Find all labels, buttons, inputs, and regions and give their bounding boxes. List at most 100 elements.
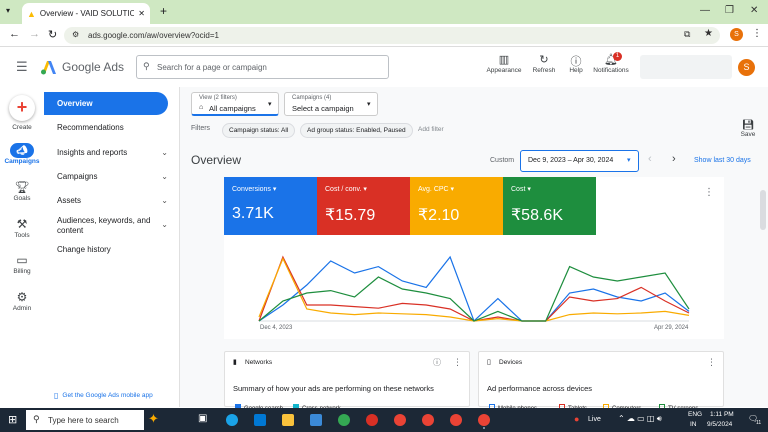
app-icon[interactable] [366,414,378,426]
reload-icon[interactable]: ↻ [48,28,57,41]
view-filter-dropdown[interactable]: View (2 filters) ⌂ All campaigns ▾ [191,92,279,116]
nav-item-campaigns[interactable]: Campaigns ⌄ [44,172,168,181]
rail-item-tools[interactable]: ⚒ Tools [0,217,44,239]
gear-icon: ⚙ [16,290,28,304]
close-window-icon[interactable]: ✕ [750,5,758,16]
create-button[interactable]: + Create [0,95,44,131]
language-primary[interactable]: ENG [688,411,702,418]
hamburger-menu-icon[interactable]: ☰ [16,59,28,75]
chevron-down-icon: ⌄ [161,196,168,205]
task-view-icon[interactable]: ▣ [198,413,207,424]
chrome-profile-icon[interactable] [422,414,434,426]
campaign-selector-dropdown[interactable]: Campaigns (4) Select a campaign ▾ [284,92,378,116]
search-icon: ⚲ [33,414,40,424]
search-input[interactable]: ⚲ Search for a page or campaign [136,55,389,79]
nav-assets-label: Assets [57,196,82,205]
metric-cost-per-conv-label: Cost / conv. [325,186,362,193]
date-range-value: Dec 9, 2023 – Apr 30, 2024 [528,157,614,164]
store-app-icon[interactable] [254,414,266,426]
nav-item-insights[interactable]: Insights and reports ⌄ [44,148,168,157]
clock-date[interactable]: 9/5/2024 [707,421,732,428]
performance-card: Conversions ▾ 3.71K Cost / conv. ▾ ₹15.7… [224,177,724,339]
taskbar-search-input[interactable]: ⚲ Type here to search [26,410,144,430]
url-input[interactable]: ⚙ ads.google.com/aw/overview?ocid=1 ⧉ ★ [64,27,720,44]
metric-avg-cpc[interactable]: Avg. CPC ▾ ₹2.10 [410,177,503,235]
new-tab-icon[interactable]: + [160,4,167,18]
card-more-options-icon[interactable]: ⋮ [704,187,714,198]
back-icon[interactable]: ← [9,28,20,40]
chrome-icon[interactable] [338,414,350,426]
minimize-icon[interactable]: — [700,5,710,16]
filter-chip-campaign-status[interactable]: Campaign status: All [222,123,296,138]
save-button[interactable]: 💾︎ Save [736,120,760,138]
rail-item-billing[interactable]: ▭ Billing [0,253,44,275]
language-secondary[interactable]: IN [690,421,697,428]
windows-start-icon[interactable]: ⊞ [8,413,17,426]
file-explorer-icon[interactable] [282,414,294,426]
next-period-icon[interactable]: › [672,153,676,165]
metric-avg-cpc-value: ₹2.10 [418,207,460,224]
chart-x-end-label: Apr 29, 2024 [654,325,689,331]
nav-item-assets[interactable]: Assets ⌄ [44,196,168,205]
bell-icon: 🔔︎ [604,54,618,66]
rail-campaigns-label: Campaigns [4,158,40,165]
account-avatar[interactable]: S [738,59,755,76]
billing-card-icon: ▭ [16,253,28,267]
edge-icon[interactable] [226,414,238,426]
nav-item-overview[interactable]: Overview [44,92,168,115]
help-icon[interactable]: ⓘ [433,357,441,368]
notifications-label: Notifications [593,67,629,74]
devices-more-icon[interactable]: ⋮ [707,357,716,368]
help-label: Help [569,67,583,74]
date-range-picker[interactable]: Dec 9, 2023 – Apr 30, 2024 ▾ [520,150,639,172]
close-tab-icon[interactable]: ✕ [138,9,145,18]
browser-menu-icon[interactable]: ⋮ [752,28,762,39]
metric-conversions[interactable]: Conversions ▾ 3.71K [224,177,317,235]
nav-item-change-history[interactable]: Change history [44,245,168,254]
rail-admin-label: Admin [12,305,32,312]
previous-period-icon[interactable]: ‹ [648,153,652,165]
metric-cost[interactable]: Cost ▾ ₹58.6K [503,177,596,235]
rail-item-goals[interactable]: 🏆︎ Goals [0,180,44,202]
chrome-active-icon[interactable] [478,414,490,426]
nav-item-recommendations[interactable]: Recommendations [44,123,168,132]
tab-search-icon[interactable]: ▾ [6,6,10,15]
filter-chip-ad-group-status[interactable]: Ad group status: Enabled, Paused [300,123,413,138]
nav-recommendations-label: Recommendations [57,123,124,132]
show-last-30-days-link[interactable]: Show last 30 days [694,157,751,164]
live-news-icon[interactable]: ● [574,414,579,424]
phone-icon: ▯ [54,391,59,400]
left-rail: + Create 📣︎ Campaigns 🏆︎ Goals ⚒ Tools ▭… [0,87,44,407]
nav-item-audiences[interactable]: Audiences, keywords, and content ⌄ [44,216,168,236]
add-filter-link[interactable]: Add filter [418,126,444,133]
notifications-button[interactable]: 🔔︎ Notifications 1 [588,52,634,74]
translate-icon[interactable]: ⧉ [684,29,690,40]
create-plus-icon: + [9,95,35,121]
page-scrollbar[interactable] [760,190,766,230]
rail-item-admin[interactable]: ⚙ Admin [0,290,44,312]
maximize-icon[interactable]: ❐ [725,5,734,16]
browser-tab[interactable]: ▲ Overview - VAID SOLUTIONS - ✕ [22,3,150,24]
live-label[interactable]: Live [588,416,601,423]
save-icon: 💾︎ [741,120,755,131]
app-header: ☰ Google Ads ⚲ Search for a page or camp… [0,47,768,87]
system-tray-icons[interactable]: ⌃ ☁ ▭ ◫ 🔊︎ [618,414,662,424]
search-highlight-icon[interactable]: ✦ [148,411,159,427]
networks-more-icon[interactable]: ⋮ [453,357,462,368]
metric-cost-label: Cost [511,186,526,193]
metric-cost-per-conv[interactable]: Cost / conv. ▾ ₹15.79 [317,177,410,235]
metric-cost-per-conv-value: ₹15.79 [325,207,376,224]
rail-item-campaigns[interactable]: 📣︎ Campaigns [0,143,44,165]
mail-icon[interactable] [310,414,322,426]
bookmark-star-icon[interactable]: ★ [704,28,713,39]
mobile-app-link[interactable]: ▯ Get the Google Ads mobile app [54,391,153,400]
nav-overview-label: Overview [57,99,93,108]
forward-icon[interactable]: → [29,28,40,40]
clock-time[interactable]: 1:11 PM [710,411,734,418]
date-range-type: Custom [490,157,515,164]
chrome-profile-icon[interactable] [450,414,462,426]
save-label: Save [740,131,756,138]
site-info-icon[interactable]: ⚙ [72,30,79,39]
chrome-profile-icon[interactable] [394,414,406,426]
browser-profile-avatar[interactable]: S [730,28,743,41]
